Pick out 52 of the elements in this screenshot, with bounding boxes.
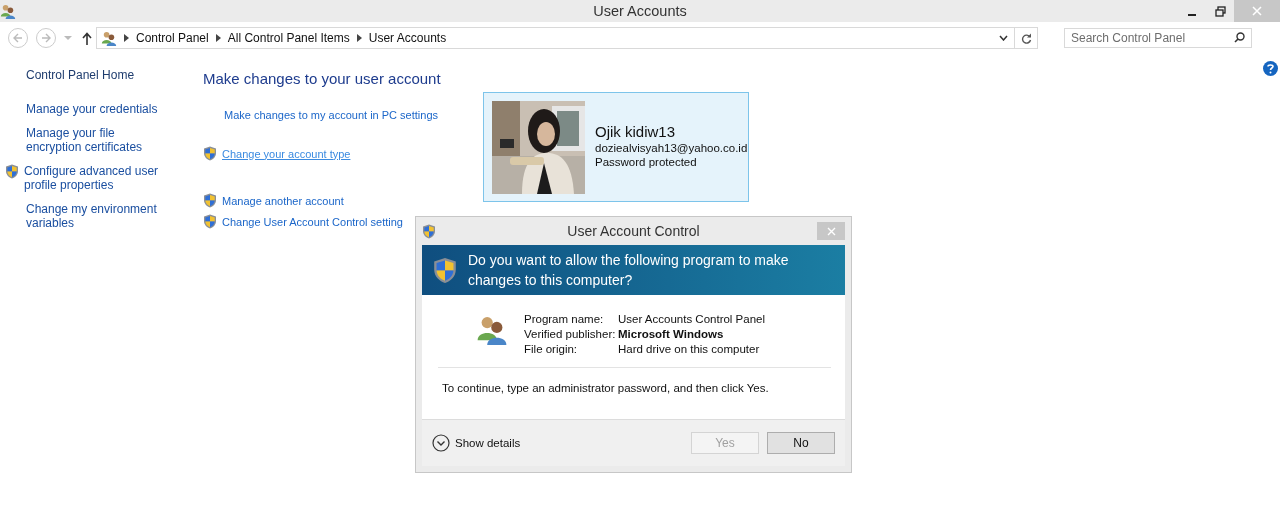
task-link[interactable]: Change User Account Control setting <box>222 215 403 228</box>
detail-value: User Accounts Control Panel <box>618 313 766 325</box>
account-email: doziealvisyah13@yahoo.co.id <box>595 141 748 154</box>
shield-icon <box>203 214 217 229</box>
close-icon <box>1252 6 1262 16</box>
search-icon <box>1234 32 1245 43</box>
address-bar[interactable]: Control Panel All Control Panel Items User Accounts <box>96 27 1038 49</box>
dialog-button[interactable]: No <box>767 432 835 454</box>
page-heading: Make changes to your user account <box>203 70 442 87</box>
help-icon[interactable] <box>1263 61 1278 76</box>
restore-icon <box>1214 5 1226 17</box>
dialog-question: Do you want to allow the following program to make changes to this computer? <box>468 251 790 290</box>
chevron-right-icon <box>215 34 221 42</box>
sidebar-link[interactable]: Manage your file encryption certificates <box>26 126 166 154</box>
account-status: Password protected <box>595 155 698 168</box>
shield-icon <box>5 164 19 179</box>
close-icon <box>826 226 836 236</box>
shield-icon <box>203 193 217 208</box>
up-arrow-icon[interactable] <box>82 31 92 45</box>
large-shield-icon <box>432 256 458 284</box>
sidebar-link[interactable]: Control Panel Home <box>26 68 166 82</box>
account-name: Ojik kidiw13 <box>595 122 677 140</box>
forward-arrow-icon <box>41 33 51 43</box>
sidebar-link[interactable]: Configure advanced user profile properties <box>24 164 164 192</box>
sidebar-link[interactable]: Manage your credentials <box>26 102 166 116</box>
chevron-right-icon <box>124 34 129 42</box>
breadcrumb-item[interactable]: User Accounts <box>368 31 447 45</box>
breadcrumb-item[interactable]: Control Panel <box>136 31 209 45</box>
expand-icon[interactable] <box>432 434 450 452</box>
shield-icon <box>422 223 436 239</box>
detail-value: Hard drive on this computer <box>618 343 761 355</box>
detail-label: Verified publisher: <box>524 328 617 340</box>
app-icon <box>0 3 16 19</box>
chevron-right-icon <box>356 34 362 42</box>
task-link[interactable]: Make changes to my account in PC settings <box>224 108 438 121</box>
minimize-icon <box>1188 14 1196 16</box>
sidebar-link[interactable]: Change my environment variables <box>26 202 166 230</box>
shield-icon <box>203 146 217 161</box>
window-title: User Accounts <box>593 3 687 19</box>
refresh-icon <box>1020 32 1032 44</box>
location-icon <box>101 30 117 46</box>
instruction-text: To continue, type an administrator password, and then click Yes. <box>441 381 770 396</box>
detail-label: File origin: <box>524 343 579 355</box>
detail-value: Microsoft Windows <box>618 328 725 340</box>
dialog-title: User Account Control <box>567 223 700 239</box>
detail-label: Program name: <box>524 313 605 325</box>
breadcrumb-item[interactable]: All Control Panel Items <box>227 31 350 45</box>
show-details-link[interactable]: Show details <box>455 437 521 449</box>
task-link[interactable]: Manage another account <box>222 194 344 207</box>
task-link[interactable]: Change your account type <box>222 147 351 160</box>
back-arrow-icon <box>13 33 23 43</box>
search-field[interactable]: Search Control Panel <box>1064 28 1252 48</box>
